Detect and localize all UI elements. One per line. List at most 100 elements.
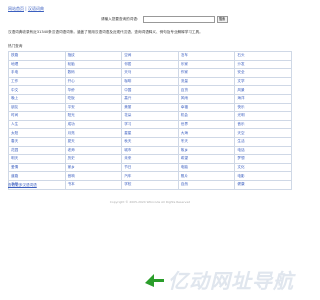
table-row: 明天 历史 未来 希望 梦想 — [8, 154, 292, 164]
word-link[interactable]: 世界 — [177, 119, 236, 130]
word-link[interactable]: 文化 — [234, 162, 292, 173]
word-link[interactable]: 音乐 — [234, 119, 292, 130]
word-link[interactable]: 文学 — [234, 76, 292, 87]
word-link[interactable]: 空间 — [121, 51, 179, 61]
word-link[interactable]: 书本 — [64, 179, 123, 190]
copyright-text: Copyright © 2005-2024 Wikicode All Right… — [109, 200, 191, 204]
table-row: 太阳 月亮 星星 大海 天空 — [8, 128, 292, 138]
search-input[interactable] — [142, 15, 215, 23]
table-row: 手电 数码 天马 作家 安全 — [8, 68, 292, 78]
logo-mark-icon — [145, 273, 164, 287]
nav-dict-link[interactable]: 汉语词典 — [28, 6, 44, 11]
word-link[interactable]: 朋友 — [8, 102, 66, 113]
word-link[interactable]: 明天 — [8, 154, 66, 164]
nav-separator: | — [25, 6, 27, 11]
word-link[interactable]: 生活 — [234, 136, 292, 147]
word-link[interactable]: 数码 — [64, 68, 123, 78]
word-link[interactable]: 冬天 — [177, 136, 236, 147]
word-link[interactable]: 家乡 — [64, 162, 123, 173]
word-link[interactable]: 学习 — [121, 119, 179, 130]
word-link[interactable]: 吃饭 — [64, 93, 123, 104]
word-link[interactable]: 星星 — [121, 128, 179, 138]
word-link[interactable]: 春天 — [8, 136, 66, 147]
word-link[interactable]: 电脑 — [177, 162, 236, 173]
word-link[interactable]: 爱情 — [8, 162, 66, 173]
word-link[interactable]: 高兴 — [121, 93, 179, 104]
word-link[interactable]: 音响 — [64, 171, 123, 181]
word-link[interactable]: 石头 — [234, 51, 292, 61]
table-row: 爱情 家乡 节日 电脑 文化 — [8, 162, 292, 173]
word-link[interactable]: 电话 — [234, 145, 292, 156]
word-link[interactable]: 成功 — [64, 119, 123, 130]
word-link[interactable]: 月亮 — [64, 128, 123, 138]
word-link[interactable]: 历史 — [64, 154, 123, 164]
word-link[interactable]: 故乡 — [177, 145, 236, 156]
word-link[interactable]: 光明 — [234, 111, 292, 121]
word-link[interactable]: 未来 — [121, 154, 179, 164]
word-link[interactable]: 城市 — [121, 145, 179, 156]
word-link[interactable]: 电影 — [234, 171, 292, 181]
table-row: 道路 音响 汽车 照片 电影 — [8, 171, 292, 181]
word-link[interactable]: 中文 — [8, 85, 66, 95]
word-link[interactable]: 老师 — [64, 145, 123, 156]
word-link[interactable]: 作家 — [177, 68, 236, 78]
word-link[interactable]: 天马 — [121, 68, 179, 78]
word-link[interactable]: 指纹 — [64, 51, 123, 61]
word-link[interactable]: 百货 — [177, 85, 236, 95]
word-link[interactable]: 照片 — [177, 171, 236, 181]
table-row: 晚上 吃饭 高兴 风雨 海洋 — [8, 93, 292, 104]
table-row: 春天 夏天 秋天 冬天 生活 — [8, 136, 292, 147]
table-row: 时间 阳光 花朵 机会 光明 — [8, 111, 292, 121]
word-link[interactable]: 自然 — [177, 179, 236, 190]
word-link[interactable]: 秋天 — [121, 136, 179, 147]
word-link[interactable]: 风景 — [234, 85, 292, 95]
word-link[interactable]: 节日 — [121, 162, 179, 173]
table-row: 手机 书本 学校 自然 健康 — [8, 179, 292, 190]
word-link[interactable]: 华侨 — [64, 85, 123, 95]
word-link[interactable]: 地理 — [8, 59, 66, 70]
word-link[interactable]: 夏天 — [64, 136, 123, 147]
word-link[interactable]: 铁路 — [8, 51, 66, 61]
nav-home-link[interactable]: 网站首页 — [8, 6, 24, 11]
word-link[interactable]: 安全 — [234, 68, 292, 78]
word-link[interactable]: 花园 — [8, 145, 66, 156]
word-link[interactable]: 机会 — [177, 111, 236, 121]
word-link[interactable]: 乐家 — [177, 59, 236, 70]
word-link[interactable]: 天空 — [234, 128, 292, 138]
word-link[interactable]: 道路 — [8, 171, 66, 181]
word-link[interactable]: 沙发 — [234, 59, 292, 70]
word-link[interactable]: 太阳 — [8, 128, 66, 138]
word-link[interactable]: 花朵 — [121, 111, 179, 121]
word-link[interactable]: 大海 — [177, 128, 236, 138]
word-link[interactable]: 手电 — [8, 68, 66, 78]
word-link[interactable]: 流量 — [177, 76, 236, 87]
table-row: 地理 轮胎 邻居 乐家 沙发 — [8, 59, 292, 70]
word-link[interactable]: 中国 — [121, 85, 179, 95]
hot-words-grid: 铁路 指纹 空间 泊车 石头 地理 轮胎 邻居 乐家 沙发 手电 数码 天马 作家 安全 工作 开心 咖啡 流量 文学… — [8, 51, 292, 190]
word-link[interactable]: 汽车 — [121, 171, 179, 181]
search-button[interactable]: 搜索 — [216, 15, 228, 23]
word-link[interactable]: 时间 — [8, 111, 66, 121]
word-link[interactable]: 轮胎 — [64, 59, 123, 70]
word-link[interactable]: 人生 — [8, 119, 66, 130]
word-link[interactable]: 阳光 — [64, 111, 123, 121]
word-link[interactable]: 梦想 — [234, 154, 292, 164]
word-link[interactable]: 海洋 — [234, 93, 292, 104]
word-link[interactable]: 健康 — [234, 179, 292, 190]
word-link[interactable]: 泊车 — [177, 51, 236, 61]
word-link[interactable]: 学校 — [121, 179, 179, 190]
word-link[interactable]: 开心 — [64, 76, 123, 87]
word-link[interactable]: 平安 — [64, 102, 123, 113]
word-link[interactable]: 风雨 — [177, 93, 236, 104]
word-link[interactable]: 快乐 — [234, 102, 292, 113]
word-link[interactable]: 美丽 — [121, 102, 179, 113]
word-link[interactable]: 工作 — [8, 76, 66, 87]
word-link[interactable]: 希望 — [177, 154, 236, 164]
more-section: 查看更多汉语词语 — [8, 183, 37, 188]
word-link[interactable]: 幸福 — [177, 102, 236, 113]
word-link[interactable]: 晚上 — [8, 93, 66, 104]
search-bar: 请输入您要查询的词语： 搜索 — [101, 15, 231, 23]
more-words-link[interactable]: 查看更多汉语词语 — [8, 183, 37, 187]
word-link[interactable]: 邻居 — [121, 59, 179, 70]
word-link[interactable]: 咖啡 — [121, 76, 179, 87]
